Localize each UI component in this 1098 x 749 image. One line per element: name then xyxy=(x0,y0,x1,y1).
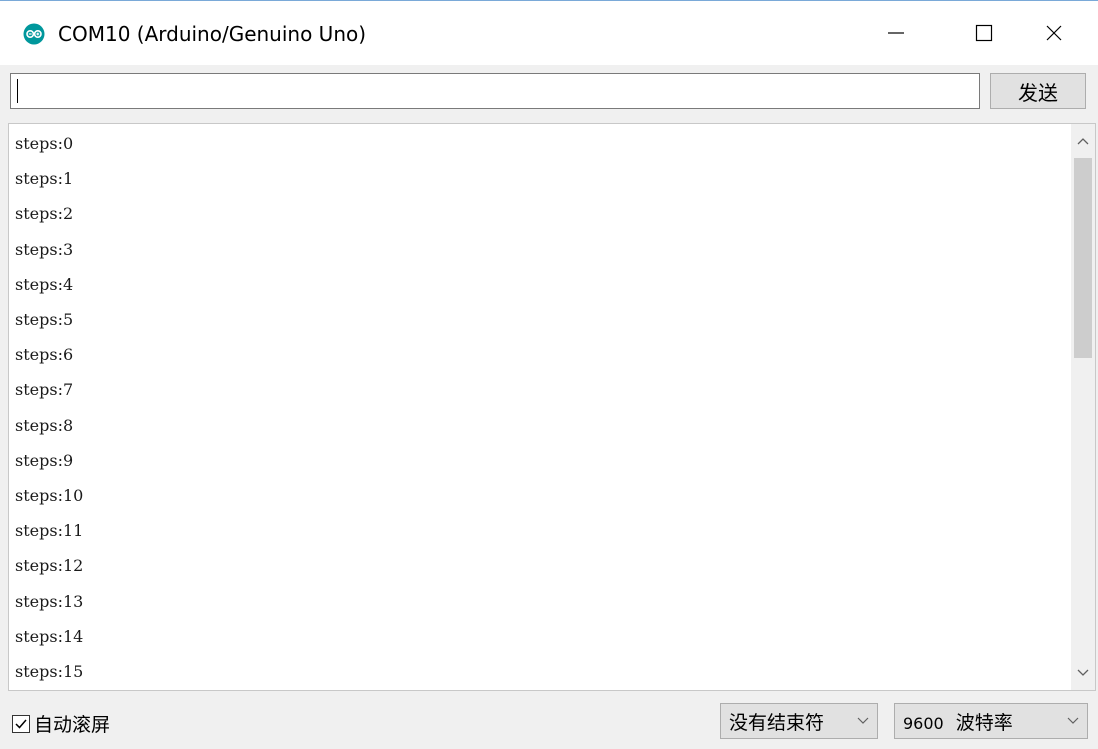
log-line: steps:5 xyxy=(15,310,74,329)
serial-output[interactable]: steps:0 steps:1 steps:2 steps:3 steps:4 steps… xyxy=(8,123,1096,691)
scroll-down-button[interactable] xyxy=(1071,656,1095,690)
window-title: COM10 (Arduino/Genuino Uno) xyxy=(58,22,367,46)
maximize-icon xyxy=(975,24,993,42)
log-line: steps:3 xyxy=(15,239,74,259)
log-line: steps:1 xyxy=(15,169,74,189)
baud-rate-number: 9600 xyxy=(903,713,944,733)
close-button[interactable] xyxy=(1010,1,1098,65)
log-line: steps:10 xyxy=(15,486,84,505)
log-line: steps:0 xyxy=(15,134,74,153)
log-line: steps:9 xyxy=(15,450,74,470)
autoscroll-label: 自动滚屏 xyxy=(34,714,111,736)
log-line: steps:4 xyxy=(15,274,74,294)
arduino-logo-icon xyxy=(23,23,45,45)
log-line: steps:2 xyxy=(15,204,74,224)
send-row: 发送 xyxy=(0,65,1098,119)
chevron-up-icon xyxy=(1077,138,1089,145)
log-line: steps:12 xyxy=(15,556,84,576)
log-line: steps:7 xyxy=(15,380,74,400)
minimize-button[interactable] xyxy=(852,1,940,65)
autoscroll-checkbox[interactable] xyxy=(12,714,30,733)
checkmark-icon xyxy=(15,719,27,729)
scroll-up-button[interactable] xyxy=(1071,124,1095,158)
log-line: steps:15 xyxy=(15,662,84,681)
minimize-icon xyxy=(888,32,904,34)
close-icon xyxy=(1046,25,1062,41)
send-input[interactable] xyxy=(10,73,980,109)
vertical-scrollbar[interactable] xyxy=(1071,124,1095,690)
autoscroll-toggle[interactable]: 自动滚屏 xyxy=(12,710,110,737)
log-line: steps:6 xyxy=(15,345,74,365)
chevron-down-icon xyxy=(1067,717,1079,724)
chevron-down-icon xyxy=(857,717,869,724)
line-ending-value: 没有结束符 xyxy=(729,711,825,734)
status-bar: 自动滚屏 没有结束符 9600 波特率 xyxy=(0,693,1098,749)
title-bar: COM10 (Arduino/Genuino Uno) xyxy=(0,1,1098,65)
log-line: steps:14 xyxy=(15,626,84,646)
chevron-down-icon xyxy=(1077,669,1089,676)
scroll-thumb[interactable] xyxy=(1074,158,1092,358)
log-line: steps:11 xyxy=(15,521,84,541)
serial-monitor-window: COM10 (Arduino/Genuino Uno) 发送 steps:0 st… xyxy=(0,0,1098,749)
log-line: steps:8 xyxy=(15,415,74,435)
baud-rate-value: 9600 波特率 xyxy=(903,708,1013,735)
text-caret xyxy=(17,79,18,103)
send-button[interactable]: 发送 xyxy=(990,73,1086,109)
log-line: steps:13 xyxy=(15,591,84,611)
line-ending-select[interactable]: 没有结束符 xyxy=(720,703,878,739)
baud-rate-select[interactable]: 9600 波特率 xyxy=(894,703,1088,739)
baud-rate-suffix: 波特率 xyxy=(955,711,1013,734)
